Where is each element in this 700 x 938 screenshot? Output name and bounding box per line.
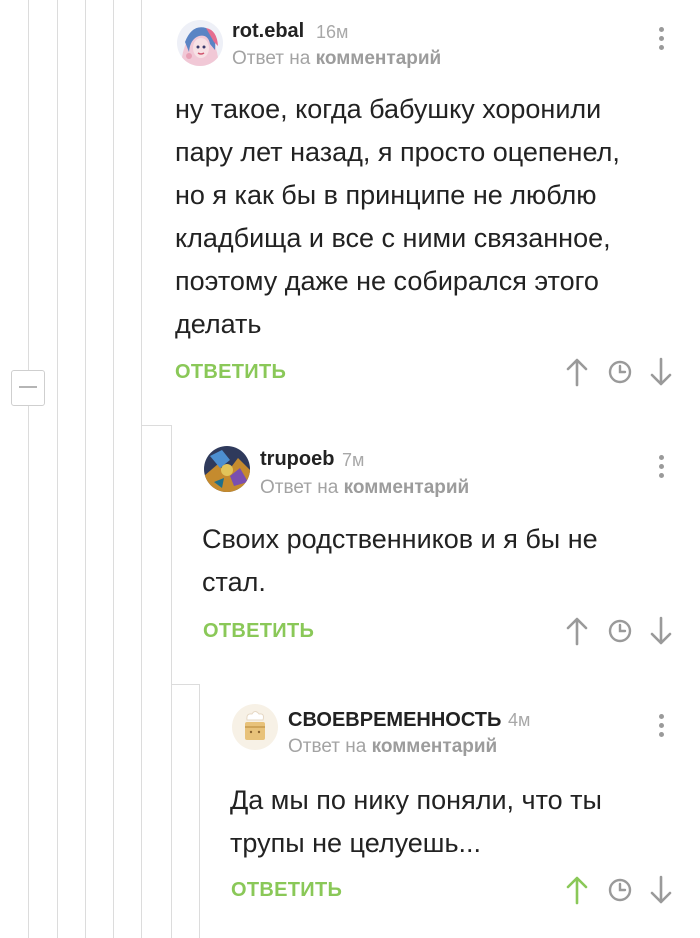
comment-author[interactable]: rot.ebal <box>232 20 304 43</box>
comment-text-line: пару лет назад, я просто оцепенел, <box>175 137 620 167</box>
comment-text-line: но я как бы в принципе не люблю <box>175 180 597 210</box>
comment-time: 7м <box>342 450 365 470</box>
thread-line <box>28 0 29 938</box>
avatar[interactable] <box>177 20 223 66</box>
reply-to-line: Ответ на комментарий <box>232 48 441 70</box>
thread-line <box>57 0 58 938</box>
comment-body: Да мы по нику поняли, что ты трупы не це… <box>230 779 670 865</box>
thread-branch <box>141 425 171 426</box>
comment-text-line: поэтому даже не собирался этого <box>175 266 599 296</box>
more-options-icon[interactable] <box>657 27 665 53</box>
avatar-image <box>177 20 223 66</box>
clock-icon[interactable] <box>607 618 633 644</box>
reply-button[interactable]: ОТВЕТИТЬ <box>231 879 342 902</box>
thread-line <box>199 684 200 938</box>
thread-line <box>171 425 172 938</box>
upvote-icon[interactable] <box>565 357 589 387</box>
thread-line <box>85 0 86 938</box>
more-options-icon[interactable] <box>657 455 665 481</box>
reply-to-link[interactable]: комментарий <box>344 477 470 498</box>
comment-author[interactable]: trupoeb <box>260 448 334 471</box>
comment-time: 16м <box>316 22 349 42</box>
comment-time: 4м <box>508 710 531 730</box>
comment-body: ну такое, когда бабушку хоронили пару ле… <box>175 88 685 346</box>
avatar-image <box>204 446 250 492</box>
downvote-icon[interactable] <box>649 616 673 646</box>
comment-text-line: делать <box>175 309 262 339</box>
clock-icon[interactable] <box>607 877 633 903</box>
reply-to-link[interactable]: комментарий <box>316 48 442 69</box>
comment-text-line: Своих родственников и я бы не <box>202 524 598 554</box>
downvote-icon[interactable] <box>649 875 673 905</box>
more-options-icon[interactable] <box>657 714 665 740</box>
comment: rot.ebal 16м Ответ на комментарий ну так… <box>171 0 700 410</box>
reply-button[interactable]: ОТВЕТИТЬ <box>175 361 286 384</box>
thread-line <box>141 0 142 938</box>
reply-to-prefix: Ответ на <box>232 48 311 69</box>
collapse-thread-button[interactable] <box>11 370 45 406</box>
clock-icon[interactable] <box>607 359 633 385</box>
avatar[interactable] <box>232 704 278 750</box>
comment-author[interactable]: СВОЕВРЕМЕННОСТЬ <box>288 709 501 732</box>
comment-text-line: ну такое, когда бабушку хоронили <box>175 94 602 124</box>
avatar-image <box>232 704 278 750</box>
comment-text-line: кладбища и все с ними связанное, <box>175 223 611 253</box>
comment-text-line: трупы не целуешь... <box>230 828 482 858</box>
upvote-icon[interactable] <box>565 875 589 905</box>
thread-line <box>113 0 114 938</box>
upvote-icon[interactable] <box>565 616 589 646</box>
comment-text-line: Да мы по нику поняли, что ты <box>230 785 602 815</box>
reply-to-line: Ответ на комментарий <box>288 736 497 758</box>
reply-to-prefix: Ответ на <box>288 736 367 757</box>
comment-body: Своих родственников и я бы не стал. <box>202 518 672 604</box>
comment-text-line: стал. <box>202 567 266 597</box>
reply-button[interactable]: ОТВЕТИТЬ <box>203 620 314 643</box>
downvote-icon[interactable] <box>649 357 673 387</box>
reply-to-line: Ответ на комментарий <box>260 477 469 499</box>
reply-to-prefix: Ответ на <box>260 477 339 498</box>
comment: trupoeb 7м Ответ на комментарий Своих ро… <box>199 430 700 670</box>
avatar[interactable] <box>204 446 250 492</box>
reply-to-link[interactable]: комментарий <box>372 736 498 757</box>
thread-branch <box>171 684 199 685</box>
comment: СВОЕВРЕМЕННОСТЬ 4м Ответ на комментарий … <box>227 690 700 938</box>
